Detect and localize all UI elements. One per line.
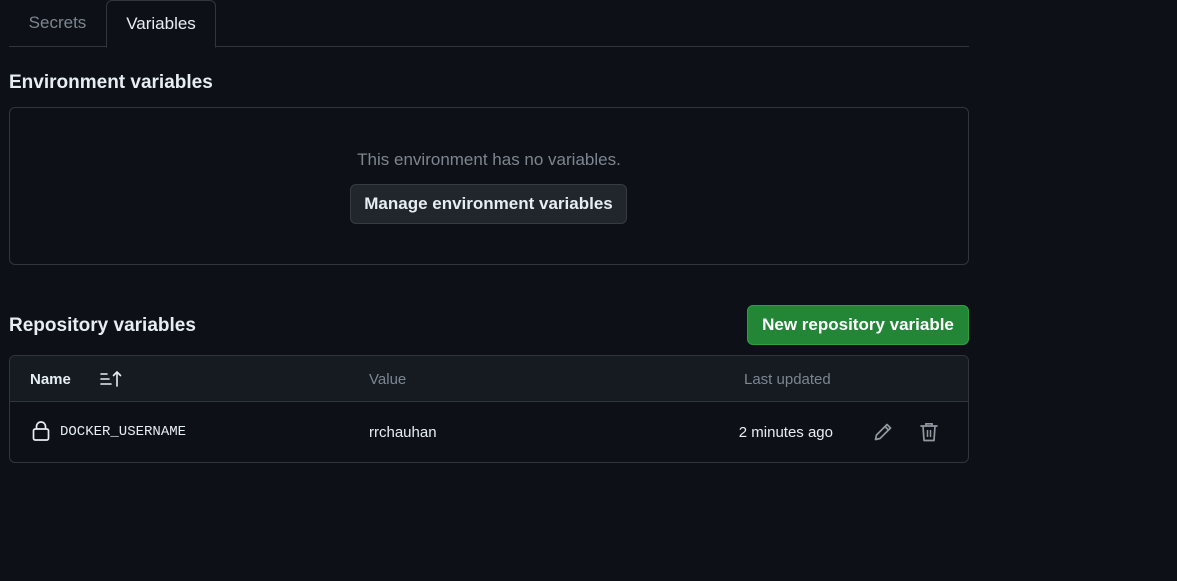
manage-environment-variables-button[interactable]: Manage environment variables bbox=[350, 184, 627, 224]
variables-settings: Secrets Variables Environment variables … bbox=[9, 0, 969, 463]
table-header: Name Value Last updated bbox=[10, 356, 968, 402]
column-header-value: Value bbox=[369, 371, 407, 388]
trash-icon[interactable] bbox=[918, 421, 940, 443]
column-header-name-label: Name bbox=[30, 371, 71, 388]
environment-variables-heading: Environment variables bbox=[9, 72, 213, 93]
sort-ascending-icon[interactable] bbox=[100, 370, 122, 388]
new-repository-variable-button[interactable]: New repository variable bbox=[747, 305, 969, 345]
variable-value: rrchauhan bbox=[369, 424, 437, 441]
column-header-last-updated: Last updated bbox=[744, 371, 831, 388]
variable-name: DOCKER_USERNAME bbox=[60, 424, 187, 440]
tab-secrets[interactable]: Secrets bbox=[9, 0, 106, 47]
tab-variables[interactable]: Variables bbox=[106, 0, 216, 48]
environment-variables-box: This environment has no variables. Manag… bbox=[9, 107, 969, 265]
repository-variables-table: Name Value Last updated DOCKER_USERNAME … bbox=[9, 355, 969, 463]
table-row: DOCKER_USERNAME rrchauhan 2 minutes ago bbox=[10, 402, 968, 462]
pencil-icon[interactable] bbox=[872, 421, 894, 443]
variable-last-updated: 2 minutes ago bbox=[738, 424, 833, 441]
column-header-name[interactable]: Name bbox=[30, 371, 122, 388]
tab-bar: Secrets Variables bbox=[9, 0, 969, 48]
lock-icon bbox=[32, 421, 50, 441]
repository-variables-heading: Repository variables bbox=[9, 315, 196, 336]
empty-state-text: This environment has no variables. bbox=[357, 150, 621, 169]
